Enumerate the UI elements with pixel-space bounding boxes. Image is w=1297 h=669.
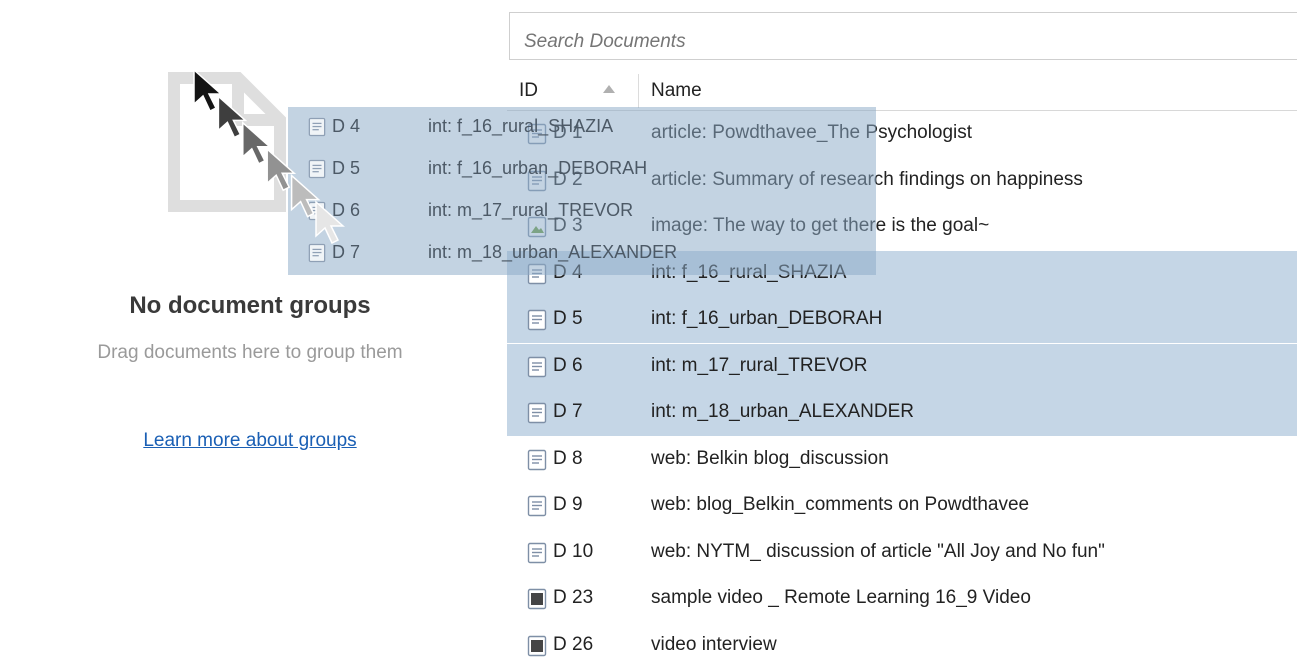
drag-preview-row: D 6 int: m_17_rural_TREVOR (288, 191, 876, 233)
document-row[interactable]: D 5 int: f_16_urban_DEBORAH (507, 297, 1297, 343)
document-name: int: m_17_rural_TREVOR (651, 354, 868, 376)
video-document-icon (527, 588, 547, 610)
search-documents-input[interactable] (509, 12, 1297, 60)
drag-preview-name: int: f_16_rural_SHAZIA (428, 116, 614, 136)
document-id: D 26 (553, 633, 594, 655)
drag-preview-row: D 5 int: f_16_urban_DEBORAH (288, 149, 876, 191)
column-divider[interactable] (638, 74, 639, 108)
document-list-panel: ID Name D 1article: Powdthavee_The Psych… (507, 0, 1297, 656)
cursor-trail-arrow (242, 121, 272, 165)
drag-preview-row: D 7 int: m_18_urban_ALEXANDER (288, 233, 876, 275)
document-name: web: blog_Belkin_comments on Powdthavee (651, 494, 1030, 515)
document-id: D 6 (553, 354, 583, 376)
drag-preview: D 4 int: f_16_rural_SHAZIA D 5 int: f_16_ur… (288, 107, 876, 275)
document-row[interactable]: D 9 web: blog_Belkin_comments on Powdthav… (507, 483, 1297, 529)
column-header-name[interactable]: Name (651, 80, 702, 102)
document-id: D 7 (553, 401, 583, 422)
text-document-icon (527, 495, 547, 517)
cursor-trail-arrow (266, 147, 297, 192)
document-row[interactable]: D 8 web: Belkin blog_discussion (507, 437, 1297, 483)
text-document-icon (527, 356, 547, 377)
column-header-row: ID Name (507, 72, 1297, 111)
document-name: int: m_18_urban_ALEXANDER (651, 401, 914, 422)
document-id: D 10 (553, 540, 594, 562)
video-document-icon (527, 635, 547, 656)
no-groups-hint: Drag documents here to group them (97, 342, 403, 363)
drag-preview-name: int: m_18_urban_ALEXANDER (428, 242, 678, 262)
sort-ascending-icon (603, 85, 615, 93)
document-row[interactable]: D 10 web: NYTM_ discussion of article "Al… (507, 530, 1297, 576)
drag-preview-name: int: f_16_urban_DEBORAH (428, 158, 648, 178)
cursor-trail-arrow (315, 200, 345, 245)
no-groups-title: No document groups (129, 292, 371, 319)
document-row[interactable]: D 6 int: m_17_rural_TREVOR (507, 343, 1297, 390)
cursor-trail-arrow (217, 94, 248, 139)
document-id: D 5 (553, 308, 583, 329)
drag-preview-row: D 4 int: f_16_rural_SHAZIA (288, 107, 876, 149)
learn-more-groups-link[interactable]: Learn more about groups (0, 430, 500, 452)
document-name: web: NYTM_ discussion of article "All Jo… (651, 540, 1105, 562)
document-row[interactable]: D 26 video interview (507, 623, 1297, 669)
document-id: D 8 (553, 447, 583, 469)
document-name: int: f_16_urban_DEBORAH (651, 308, 883, 329)
document-name: sample video _ Remote Learning 16_9 Vide… (651, 587, 1031, 608)
document-name: video interview (651, 633, 777, 655)
document-id: D 23 (553, 587, 594, 608)
document-row[interactable]: D 23 sample video _ Remote Learning 16_9 … (507, 576, 1297, 622)
text-document-icon (527, 309, 547, 331)
column-header-id[interactable]: ID (519, 80, 538, 102)
document-name: web: Belkin blog_discussion (651, 447, 889, 469)
document-id: D 9 (553, 494, 583, 515)
text-document-icon (527, 402, 547, 424)
drag-cursor-icon (193, 68, 345, 245)
text-document-icon (527, 542, 547, 563)
cursor-trail-arrow (193, 68, 223, 113)
drag-preview-name: int: m_17_rural_TREVOR (428, 200, 634, 220)
cursor-trail-arrow (290, 173, 321, 218)
text-document-icon (527, 449, 547, 470)
document-row[interactable]: D 7 int: m_18_urban_ALEXANDER (507, 390, 1297, 436)
